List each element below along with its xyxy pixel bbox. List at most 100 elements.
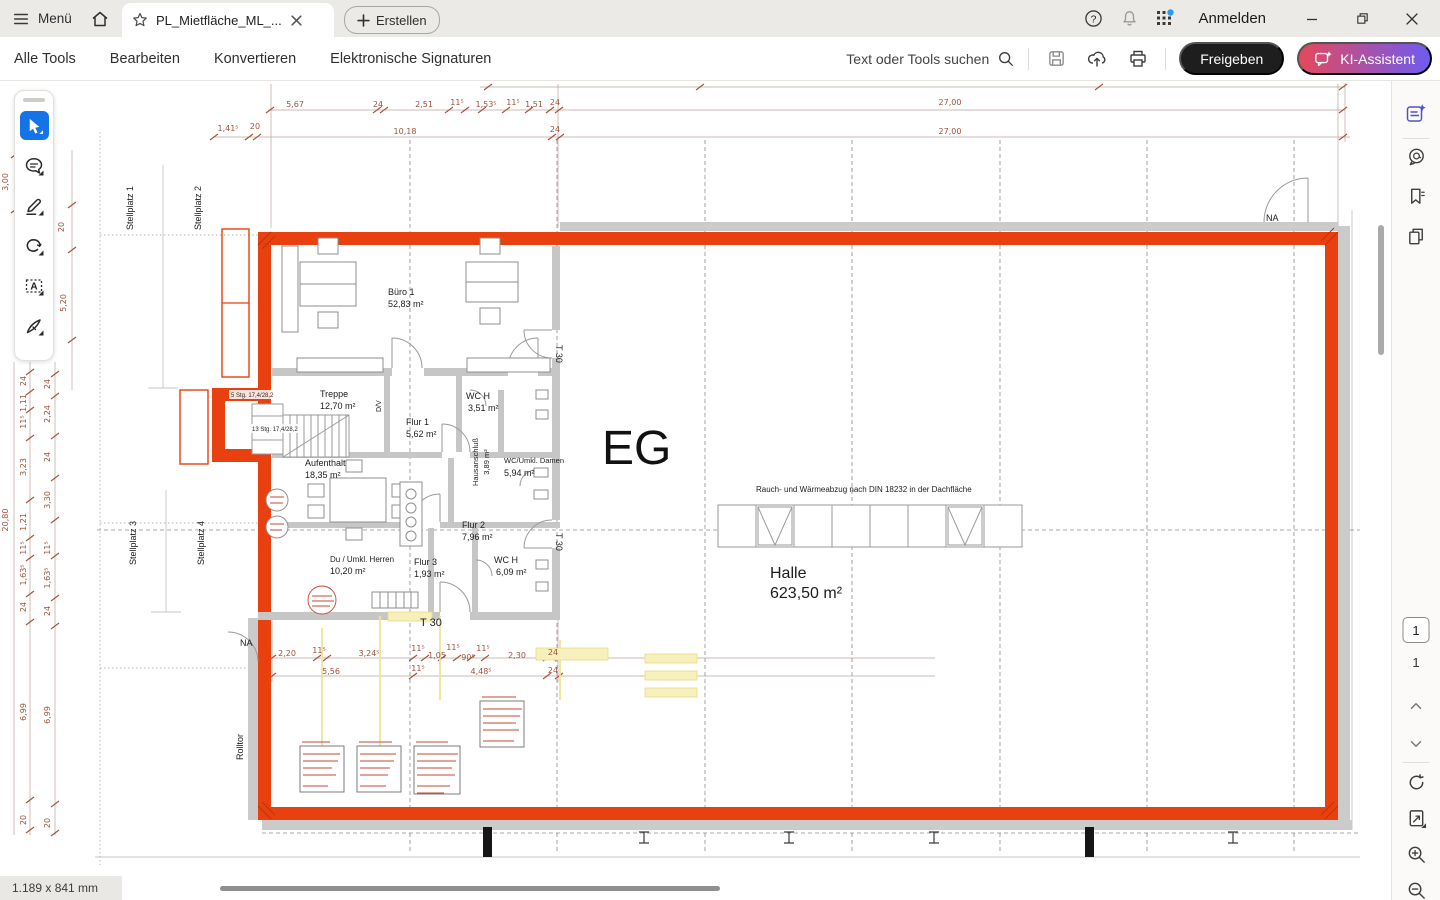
- fit-page-button[interactable]: [1402, 804, 1430, 832]
- room-name-flur3: Flur 3: [414, 557, 437, 567]
- share-label: Freigeben: [1200, 51, 1263, 67]
- label-stellplatz-3: Stellplatz 3: [128, 521, 138, 565]
- apps-grid-icon: [1155, 9, 1175, 29]
- tool-fill-sign-button[interactable]: [20, 311, 49, 340]
- dim: 20: [43, 818, 52, 828]
- menu-button[interactable]: Menü: [12, 0, 72, 37]
- tool-select-button[interactable]: [20, 111, 49, 140]
- tab-close-icon[interactable]: [290, 14, 303, 27]
- dim: 24: [19, 602, 28, 612]
- room-name-wch2: WC H: [494, 555, 518, 565]
- minimize-icon: [1305, 12, 1319, 26]
- floor-label: EG: [602, 422, 671, 475]
- cursor-icon: [25, 116, 44, 135]
- room-area-aufenthalt: 18,35 m²: [305, 470, 341, 480]
- dim: 5,56: [322, 667, 340, 676]
- help-button[interactable]: ?: [1080, 6, 1106, 32]
- help-icon: ?: [1084, 9, 1103, 28]
- comment-bubble-icon: [1406, 146, 1427, 167]
- upload-cloud-icon: [1087, 49, 1107, 69]
- zoom-in-icon: [1406, 844, 1427, 865]
- nav-e-signaturen[interactable]: Elektronische Signaturen: [330, 51, 491, 67]
- ai-summary-button[interactable]: [1402, 100, 1430, 128]
- page-up-button[interactable]: [1402, 692, 1430, 720]
- dim: 24: [373, 100, 383, 109]
- close-button[interactable]: [1392, 0, 1432, 37]
- acrobat-window: EG Büro 1 52,83 m² Treppe 12,70 m² Flur …: [0, 0, 1440, 900]
- tool-edit-button[interactable]: [20, 191, 49, 220]
- door-label-t30-1: T 30: [554, 345, 564, 363]
- bookmarks-button[interactable]: [1402, 182, 1430, 210]
- search-label: Text oder Tools suchen: [846, 51, 989, 67]
- notification-dot: [1168, 9, 1174, 15]
- minimize-button[interactable]: [1292, 0, 1332, 37]
- dim: 11⁵: [43, 541, 52, 554]
- nav-bearbeiten[interactable]: Bearbeiten: [110, 51, 180, 67]
- restore-button[interactable]: [1342, 0, 1382, 37]
- roof-note: Rauch- und Wärmeabzug nach DIN 18232 in …: [756, 485, 972, 494]
- room-area-damen: 5,94 m²: [504, 468, 535, 478]
- horizontal-scrollbar[interactable]: [220, 886, 720, 891]
- zoom-in-button[interactable]: [1402, 840, 1430, 868]
- zoom-out-button[interactable]: [1402, 876, 1430, 900]
- divider: [1165, 48, 1166, 70]
- document-tab[interactable]: PL_Mietfläche_ML_...: [122, 3, 334, 37]
- star-icon[interactable]: [132, 12, 148, 28]
- dim: 1,21: [19, 513, 28, 531]
- page-down-button[interactable]: [1402, 730, 1430, 758]
- room-area-herren: 10,20 m²: [330, 566, 366, 576]
- dim: 20: [250, 122, 260, 131]
- apps-button[interactable]: [1152, 6, 1178, 32]
- page-number-input[interactable]: [1403, 617, 1430, 643]
- label-stellplatz-1: Stellplatz 1: [125, 186, 135, 230]
- home-button[interactable]: [90, 0, 110, 37]
- nav-konvertieren[interactable]: Konvertieren: [214, 51, 296, 67]
- notifications-button[interactable]: [1116, 6, 1142, 32]
- zoom-out-icon: [1406, 880, 1427, 900]
- room-area-flur3: 1,93 m²: [414, 569, 445, 579]
- nav-alle-tools[interactable]: Alle Tools: [14, 51, 76, 67]
- upload-button[interactable]: [1083, 45, 1111, 73]
- dim: 4,48⁵: [470, 667, 491, 676]
- room-name-halle: Halle: [770, 565, 807, 582]
- pen-nib-icon: [24, 316, 44, 336]
- comments-button[interactable]: [1402, 142, 1430, 170]
- label-na-left: NA: [240, 638, 253, 648]
- dim: 24: [548, 666, 558, 675]
- room-area-flur2: 7,96 m²: [462, 532, 493, 542]
- room-area-treppe: 12,70 m²: [320, 401, 356, 411]
- create-button[interactable]: Erstellen: [344, 6, 440, 34]
- print-button[interactable]: [1124, 45, 1152, 73]
- floor-plan-canvas[interactable]: EG Büro 1 52,83 m² Treppe 12,70 m² Flur …: [0, 0, 1440, 900]
- dim: 24: [550, 125, 560, 134]
- tool-draw-button[interactable]: [20, 231, 49, 260]
- search-input[interactable]: Text oder Tools suchen: [846, 50, 1015, 68]
- ai-assistant-button[interactable]: KI-Assistent: [1297, 42, 1432, 75]
- stair-label-5: 5 Stg. 17,4/28,2: [231, 393, 274, 399]
- printer-icon: [1128, 49, 1148, 69]
- signin-button[interactable]: Anmelden: [1198, 10, 1266, 27]
- dim: 10,18: [394, 127, 417, 136]
- drag-handle[interactable]: [23, 98, 45, 102]
- rotate-button[interactable]: [1402, 768, 1430, 796]
- tab-title: PL_Mietfläche_ML_...: [156, 13, 282, 28]
- status-page-size: 1.189 x 841 mm: [0, 876, 122, 900]
- vertical-scrollbar[interactable]: [1378, 225, 1384, 355]
- pages-button[interactable]: [1402, 222, 1430, 250]
- share-button[interactable]: Freigeben: [1179, 42, 1284, 75]
- chevron-up-icon: [1407, 697, 1425, 715]
- dim: 5,67: [286, 100, 304, 109]
- dim: 11⁵: [411, 664, 424, 673]
- room-name-buero1: Büro 1: [388, 287, 415, 297]
- dim: 1,05: [428, 651, 446, 660]
- save-button[interactable]: [1042, 45, 1070, 73]
- dim: 1,53⁵: [475, 100, 496, 109]
- tool-text-select-button[interactable]: A: [20, 271, 49, 300]
- dim: 11⁵: [411, 644, 424, 653]
- search-icon: [997, 50, 1015, 68]
- dim: 2,51: [415, 100, 433, 109]
- dim: 2,30: [508, 651, 526, 660]
- toolbar: Alle Tools Bearbeiten Konvertieren Elekt…: [0, 37, 1440, 81]
- dim: 3,24⁵: [358, 649, 379, 658]
- tool-comment-button[interactable]: [20, 151, 49, 180]
